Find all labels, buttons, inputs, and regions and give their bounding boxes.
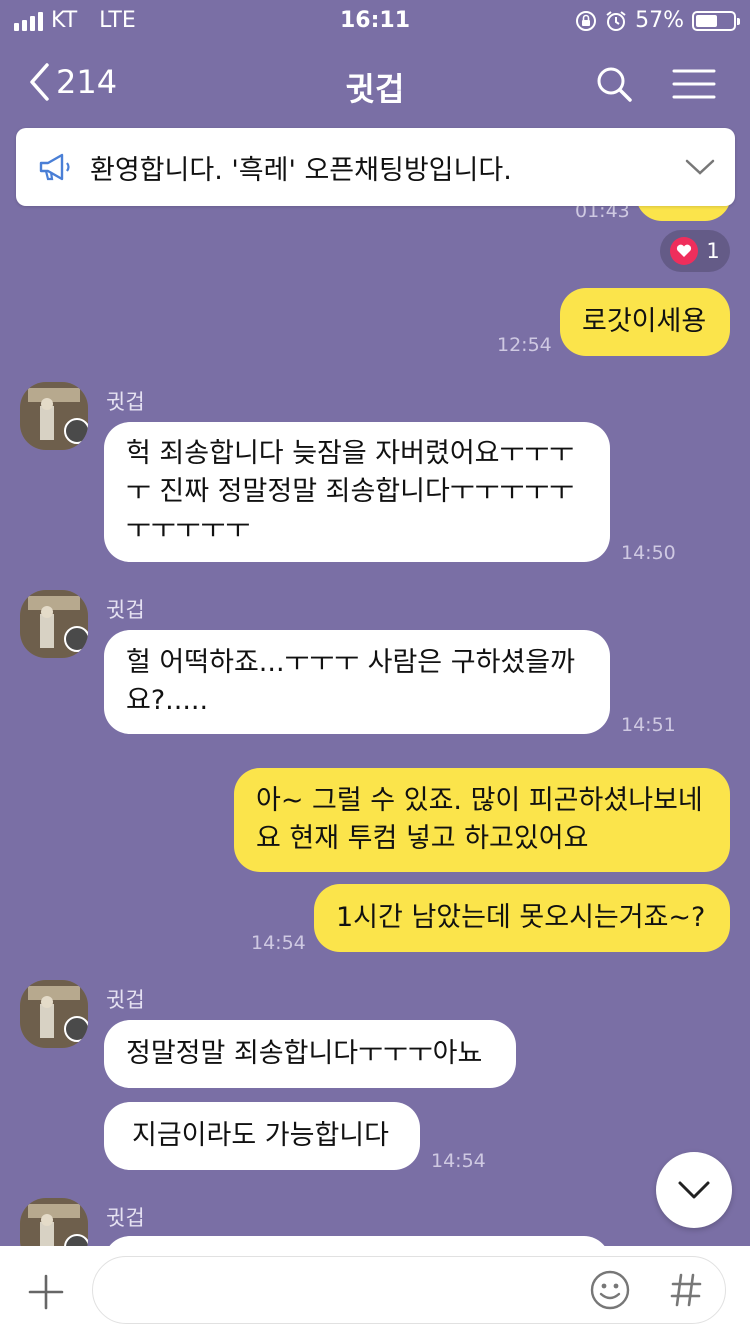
message-input-bar [0, 1246, 750, 1334]
hashtag-icon[interactable] [669, 1272, 703, 1308]
message-bubble-theirs[interactable]: 지금이라도 가능합니다 [104, 1102, 420, 1170]
rotation-lock-icon [576, 10, 597, 31]
message-timestamp: 14:50 [621, 542, 676, 564]
message-bubble-theirs[interactable] [104, 1236, 610, 1246]
avatar[interactable] [20, 980, 88, 1048]
message-list[interactable]: 01:43 1 로갓이세용 12:54 귓겁 헉 죄송합니다 늦잠을 자버렸어요… [0, 126, 750, 1246]
message-input[interactable] [113, 1267, 587, 1315]
menu-icon[interactable] [672, 68, 716, 100]
reaction-count: 1 [706, 239, 720, 263]
open-profile-badge [64, 418, 88, 444]
alarm-icon [606, 10, 626, 31]
message-bubble-mine[interactable]: 로갓이세용 [560, 288, 730, 356]
avatar[interactable] [20, 382, 88, 450]
open-profile-badge [64, 626, 88, 652]
plus-icon[interactable] [28, 1274, 64, 1310]
avatar[interactable] [20, 1198, 88, 1246]
message-bubble-mine[interactable]: 1시간 남았는데 못오시는거죠~? [314, 884, 730, 952]
message-timestamp: 14:54 [251, 932, 306, 954]
sender-name: 귓겁 [106, 390, 145, 414]
status-bar: KT LTE 16:11 57% [0, 0, 750, 42]
battery-icon [692, 10, 740, 31]
message-bubble-theirs[interactable]: 헐 어떡하죠...ㅜㅜㅜ 사람은 구하셨을까요?..... [104, 630, 610, 734]
battery-percent: 57% [635, 8, 684, 33]
sender-name: 귓겁 [106, 598, 145, 622]
notice-text: 환영합니다. '흑레' 오픈채팅방입니다. [90, 154, 512, 186]
search-icon[interactable] [594, 64, 634, 104]
message-timestamp: 12:54 [497, 334, 552, 356]
scroll-to-bottom-button[interactable] [656, 1152, 732, 1228]
notice-banner[interactable]: 환영합니다. '흑레' 오픈채팅방입니다. [16, 128, 735, 206]
chevron-down-icon[interactable] [685, 158, 715, 176]
message-timestamp: 14:54 [431, 1150, 486, 1172]
sender-name: 귓겁 [106, 988, 145, 1012]
avatar[interactable] [20, 590, 88, 658]
message-timestamp: 14:51 [621, 714, 676, 736]
chat-header: 214 귓겁 [0, 42, 750, 126]
emoji-icon[interactable] [589, 1269, 631, 1311]
chevron-down-icon [678, 1181, 710, 1199]
message-input-field[interactable] [92, 1256, 726, 1324]
megaphone-icon [39, 153, 70, 181]
message-bubble-theirs[interactable]: 정말정말 죄송합니다ㅜㅜㅜ아뇨 [104, 1020, 516, 1088]
message-bubble-theirs[interactable]: 헉 죄송합니다 늦잠을 자버렸어요ㅜㅜㅜㅜ 진짜 정말정말 죄송합니다ㅜㅜㅜㅜㅜ… [104, 422, 610, 562]
heart-icon [670, 237, 699, 265]
message-bubble-mine[interactable]: 아~ 그럴 수 있죠. 많이 피곤하셨나보네요 현재 투컴 넣고 하고있어요 [234, 768, 730, 872]
sender-name: 귓겁 [106, 1206, 145, 1230]
chat-title: 귓겁 [345, 70, 405, 108]
reaction-badge[interactable]: 1 [660, 230, 730, 272]
open-profile-badge [64, 1016, 88, 1042]
